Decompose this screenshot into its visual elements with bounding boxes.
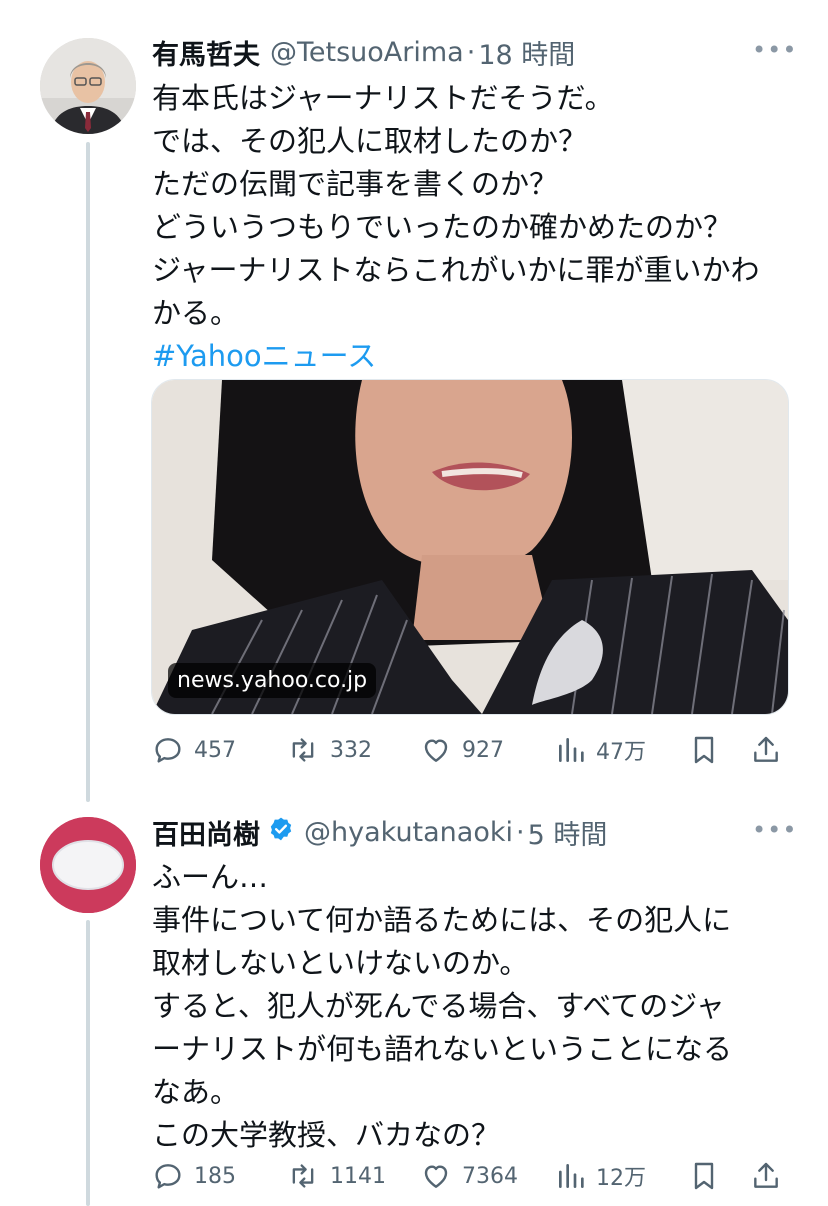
bookmark-button[interactable] (690, 1160, 728, 1192)
bookmark-icon (694, 736, 714, 764)
views-button[interactable]: 47万 (556, 734, 646, 766)
timestamp[interactable]: 5 時間 (528, 813, 608, 852)
tweet-header: 有馬哲夫 @TetsuoArima · 18 時間 (152, 30, 575, 74)
share-button[interactable] (750, 1160, 792, 1192)
share-icon (754, 1162, 778, 1188)
reply-button[interactable]: 457 (152, 734, 236, 766)
author-name[interactable]: 有馬哲夫 (152, 33, 260, 72)
views-icon (559, 1164, 584, 1188)
tweet-header: 百田尚樹 @hyakutanaoki · 5 時間 (152, 810, 607, 854)
thread-line (86, 920, 90, 1206)
author-name[interactable]: 百田尚樹 (152, 813, 260, 852)
avatar[interactable] (40, 817, 136, 913)
avatar-oval-image (40, 817, 136, 913)
reply-icon (155, 738, 181, 763)
heart-icon (424, 739, 448, 762)
retweet-count: 1141 (330, 1163, 386, 1189)
tweet-line: ただの伝聞で記事を書くのか？ (152, 167, 559, 201)
link-card[interactable]: news.yahoo.co.jp (151, 379, 789, 715)
tweet-line: 取材しないといけないのか。 (152, 946, 529, 980)
heart-icon (424, 1165, 448, 1188)
tweet-line: すると、犯人が死んでる場合、すべてのジャ (152, 989, 725, 1023)
author-handle[interactable]: @TetsuoArima (270, 37, 464, 68)
tweet-line: なあ。 (152, 1075, 240, 1109)
action-bar: 457 332 927 47万 (152, 730, 792, 770)
views-button[interactable]: 12万 (556, 1160, 646, 1192)
reply-count: 185 (194, 1163, 236, 1189)
tweet-line: ーナリストが何も語れないということになる (152, 1032, 733, 1066)
tweet-line: 有本氏はジャーナリストだそうだ。 (152, 81, 614, 115)
retweet-button[interactable]: 332 (286, 734, 372, 766)
retweet-count: 332 (330, 737, 372, 763)
action-bar: 185 1141 7364 12万 (152, 1156, 792, 1196)
views-icon (559, 738, 584, 762)
tweet-line: ジャーナリストならこれがいかに罪が重いかわ (152, 253, 760, 287)
view-count: 47万 (596, 740, 646, 765)
author-handle[interactable]: @hyakutanaoki (304, 817, 513, 848)
more-options-icon[interactable]: ••• (752, 36, 797, 64)
separator-dot: · (516, 816, 525, 848)
tweet-text: ふーん… 事件について何か語るためには、その犯人に 取材しないといけないのか。 … (152, 856, 732, 1157)
retweet-icon (292, 1164, 314, 1188)
tweet-text: 有本氏はジャーナリストだそうだ。 では、その犯人に取材したのか？ ただの伝聞で記… (152, 77, 760, 378)
more-options-icon[interactable]: ••• (752, 816, 797, 844)
avatar-portrait-image (40, 38, 136, 134)
verified-badge-icon (268, 816, 294, 849)
bookmark-icon (694, 1162, 714, 1190)
avatar[interactable] (40, 38, 136, 134)
like-button[interactable]: 927 (420, 734, 504, 766)
hashtag-link[interactable]: #Yahooニュース (152, 335, 760, 378)
tweet-line: では、その犯人に取材したのか？ (152, 124, 588, 158)
tweet-line: この大学教授、バカなの？ (152, 1118, 501, 1152)
tweet-line: 事件について何か語るためには、その犯人に (152, 903, 732, 937)
retweet-icon (292, 738, 314, 762)
timestamp[interactable]: 18 時間 (478, 33, 575, 72)
separator-dot: · (466, 36, 476, 68)
tweet-line: かる。 (152, 296, 240, 330)
tweet-line: どういうつもりでいったのか確かめたのか？ (152, 210, 733, 244)
tweet-line: ふーん… (152, 860, 269, 894)
like-count: 927 (462, 737, 504, 763)
bookmark-button[interactable] (690, 734, 728, 766)
like-button[interactable]: 7364 (420, 1160, 518, 1192)
card-domain-label: news.yahoo.co.jp (168, 663, 377, 698)
like-count: 7364 (462, 1163, 518, 1189)
share-icon (754, 736, 778, 762)
thread-line (86, 142, 90, 802)
reply-icon (155, 1164, 181, 1189)
reply-count: 457 (194, 737, 236, 763)
retweet-button[interactable]: 1141 (286, 1160, 386, 1192)
reply-button[interactable]: 185 (152, 1160, 236, 1192)
view-count: 12万 (596, 1166, 646, 1191)
share-button[interactable] (750, 734, 792, 766)
